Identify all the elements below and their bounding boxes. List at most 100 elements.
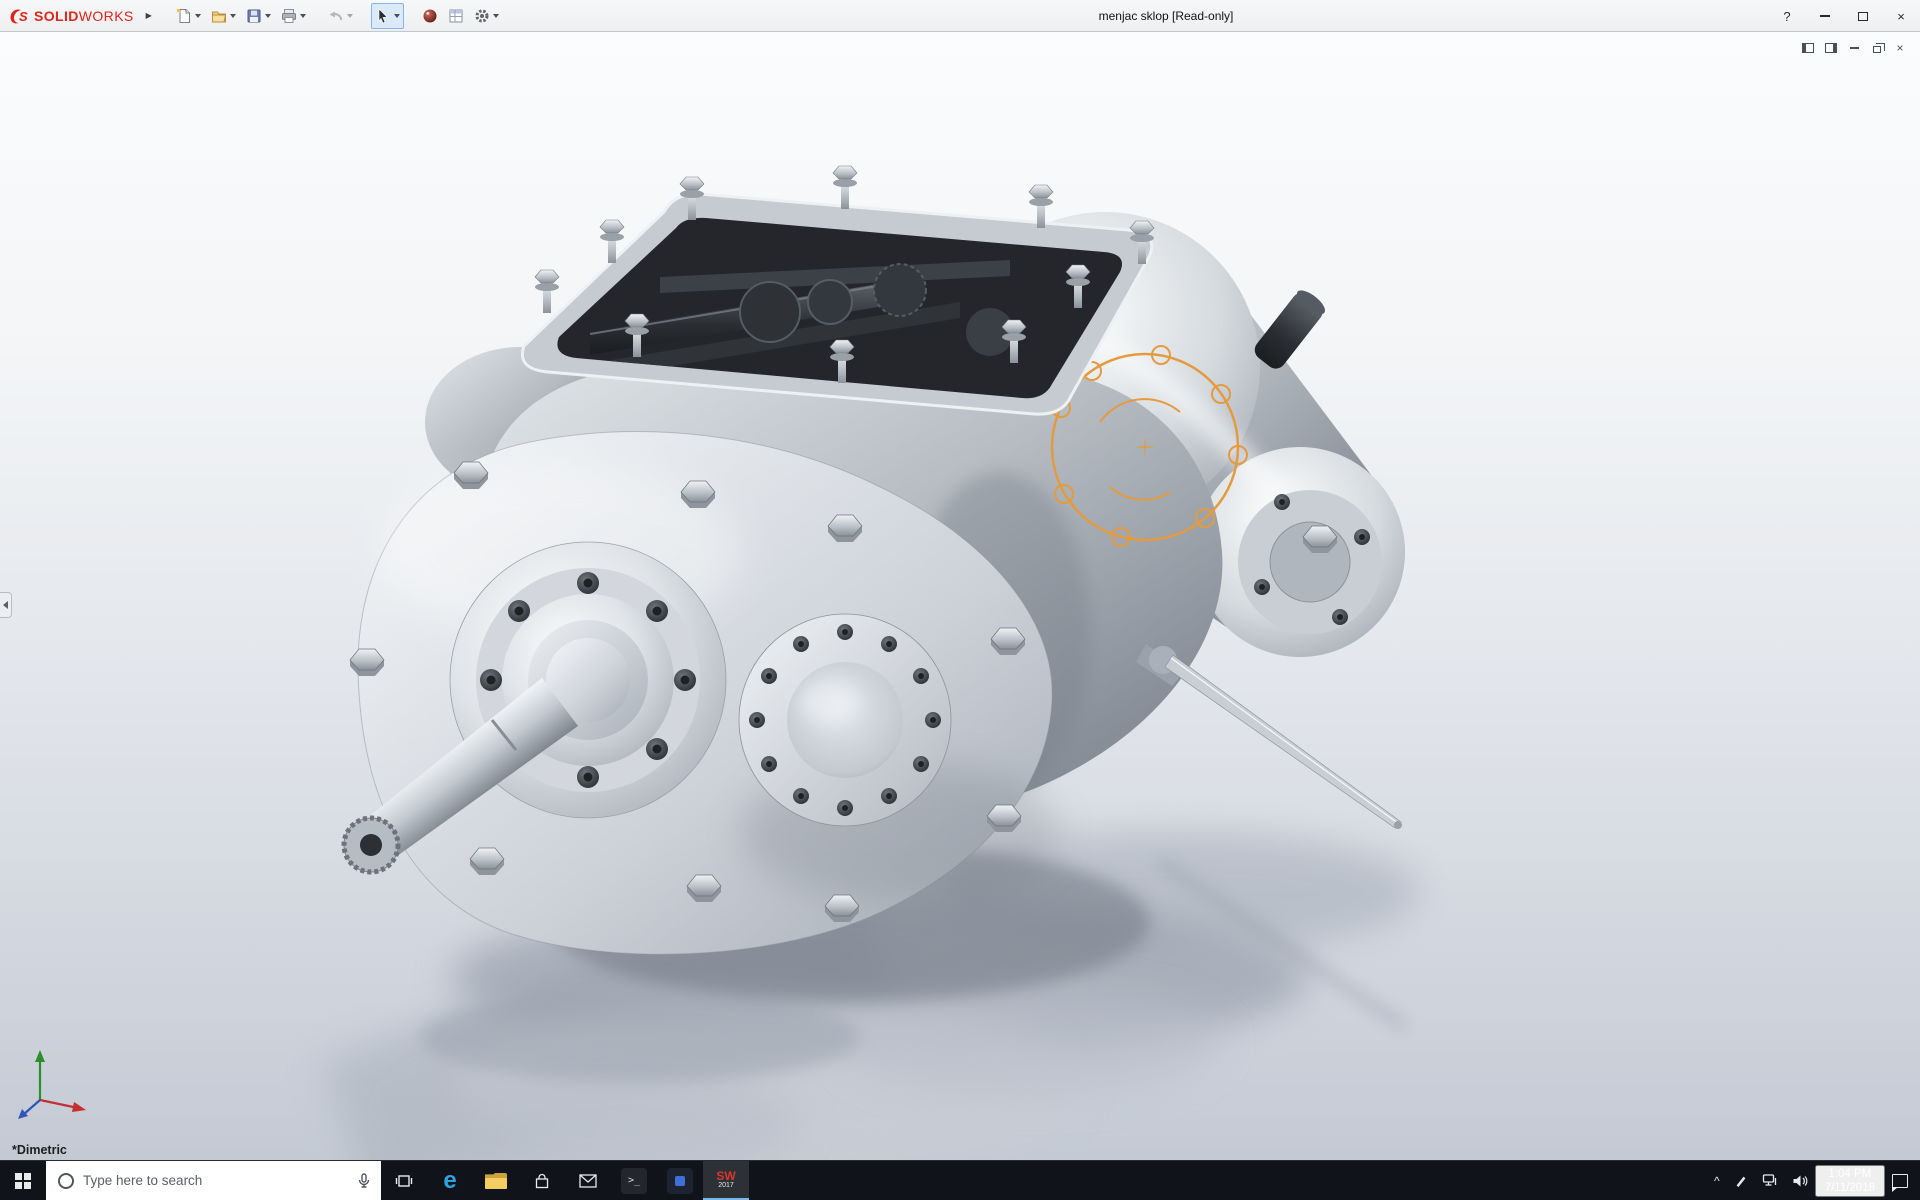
select-tool-button[interactable]	[371, 3, 404, 29]
start-button[interactable]	[0, 1161, 46, 1200]
window-controls: ? ×	[1768, 0, 1920, 32]
clock-date: 7/11/2018	[1825, 1181, 1875, 1195]
search-input[interactable]	[83, 1173, 348, 1188]
3d-viewport-canvas[interactable]	[0, 32, 1920, 1160]
pane-right-icon	[1825, 43, 1837, 53]
edge-icon: e	[443, 1169, 456, 1193]
edit-appearance-button[interactable]	[418, 3, 442, 29]
quick-toolbar	[172, 0, 503, 31]
top-cover[interactable]	[522, 166, 1154, 414]
action-center-icon	[1892, 1174, 1908, 1188]
dropdown-caret-icon[interactable]	[230, 14, 236, 18]
minimize-icon	[1850, 47, 1859, 49]
action-center-button[interactable]	[1885, 1161, 1920, 1200]
pen-icon	[1734, 1174, 1748, 1188]
menu-flyout-button[interactable]: ▶	[140, 9, 158, 22]
undo-button[interactable]	[324, 3, 357, 29]
dropdown-caret-icon[interactable]	[300, 14, 306, 18]
cortana-icon[interactable]	[58, 1173, 74, 1189]
edge-browser-button[interactable]: e	[427, 1161, 473, 1200]
pane-left-icon	[1802, 43, 1814, 53]
select-cursor-icon	[375, 8, 391, 24]
print-button[interactable]	[277, 3, 310, 29]
new-document-button[interactable]	[172, 3, 205, 29]
microphone-icon[interactable]	[357, 1173, 371, 1189]
ds-logo-icon: S	[8, 7, 30, 25]
save-button[interactable]	[242, 3, 275, 29]
orientation-triad[interactable]	[16, 1038, 96, 1124]
x-axis-icon	[72, 1102, 86, 1112]
pen-settings-button[interactable]	[1727, 1161, 1755, 1200]
print-icon	[281, 8, 297, 24]
mail-icon	[579, 1174, 597, 1188]
taskbar-search[interactable]	[46, 1161, 381, 1200]
appearance-sphere-icon	[422, 8, 438, 24]
dropdown-caret-icon[interactable]	[265, 14, 271, 18]
chevron-up-icon: ^	[1714, 1174, 1720, 1188]
open-folder-icon	[211, 8, 227, 24]
console-app-button[interactable]: >_	[611, 1161, 657, 1200]
clock-time: 1:04 PM	[1828, 1167, 1871, 1181]
restore-icon	[1873, 46, 1881, 53]
solidworks-taskbar-button[interactable]: SW 2017	[703, 1161, 749, 1200]
solidworks-window: S SOLIDWORKS ▶	[0, 0, 1920, 1200]
store-button[interactable]	[519, 1161, 565, 1200]
mail-button[interactable]	[565, 1161, 611, 1200]
gear-icon	[474, 8, 490, 24]
help-button[interactable]: ?	[1768, 0, 1806, 32]
network-status-button[interactable]	[1755, 1161, 1785, 1200]
task-view-icon	[395, 1173, 413, 1189]
document-title: menjac sklop [Read-only]	[1099, 0, 1234, 32]
task-view-button[interactable]	[381, 1161, 427, 1200]
dropdown-caret-icon[interactable]	[394, 14, 400, 18]
document-minimize-button[interactable]	[1844, 40, 1864, 56]
feature-manager-collapsed-tab[interactable]	[0, 592, 12, 618]
network-icon	[1762, 1173, 1778, 1188]
pinned-app-icon	[667, 1168, 693, 1194]
solidworks-year-label: 2017	[718, 1182, 734, 1190]
console-icon: >_	[621, 1168, 647, 1194]
solidworks-logo: S SOLIDWORKS	[0, 0, 140, 31]
design-table-button[interactable]	[444, 3, 468, 29]
volume-button[interactable]	[1785, 1161, 1815, 1200]
minimize-icon	[1820, 15, 1830, 17]
document-window-controls: ×	[1798, 40, 1910, 56]
brand-name: SOLIDWORKS	[34, 8, 134, 24]
rear-fitting[interactable]	[1251, 286, 1329, 372]
y-axis-icon	[35, 1050, 45, 1062]
save-icon	[246, 8, 262, 24]
windows-taskbar: e >_ SW 2017 ^	[0, 1160, 1920, 1200]
taskbar-clock[interactable]: 1:04 PM 7/11/2018	[1815, 1165, 1885, 1197]
graphics-area[interactable]: × *Dimetric	[0, 32, 1920, 1160]
undo-icon	[328, 8, 344, 24]
store-icon	[534, 1173, 550, 1189]
maximize-icon	[1858, 12, 1868, 21]
hidden-icons-button[interactable]: ^	[1707, 1161, 1727, 1200]
titlebar: S SOLIDWORKS ▶	[0, 0, 1920, 32]
pane-left-toggle-button[interactable]	[1798, 40, 1818, 56]
dropdown-caret-icon[interactable]	[493, 14, 499, 18]
output-shaft[interactable]	[1136, 644, 1402, 829]
system-tray: ^ 1:04 PM 7/11/2018	[1707, 1161, 1920, 1200]
dropdown-caret-icon[interactable]	[195, 14, 201, 18]
windows-logo-icon	[15, 1173, 31, 1189]
maximize-button[interactable]	[1844, 0, 1882, 32]
solidworks-icon: SW	[716, 1170, 735, 1182]
close-button[interactable]: ×	[1882, 0, 1920, 32]
design-table-icon	[448, 8, 464, 24]
file-explorer-button[interactable]	[473, 1161, 519, 1200]
document-restore-button[interactable]	[1867, 40, 1887, 56]
new-document-icon	[176, 8, 192, 24]
document-close-button[interactable]: ×	[1890, 40, 1910, 56]
open-document-button[interactable]	[207, 3, 240, 29]
view-orientation-label: *Dimetric	[12, 1143, 67, 1157]
volume-icon	[1792, 1174, 1808, 1188]
dropdown-caret-icon[interactable]	[347, 14, 353, 18]
options-button[interactable]	[470, 3, 503, 29]
file-explorer-icon	[485, 1173, 507, 1189]
pane-right-toggle-button[interactable]	[1821, 40, 1841, 56]
svg-text:S: S	[19, 9, 28, 24]
minimize-button[interactable]	[1806, 0, 1844, 32]
bearing-bore-ring[interactable]	[739, 614, 951, 826]
pinned-app-button[interactable]	[657, 1161, 703, 1200]
